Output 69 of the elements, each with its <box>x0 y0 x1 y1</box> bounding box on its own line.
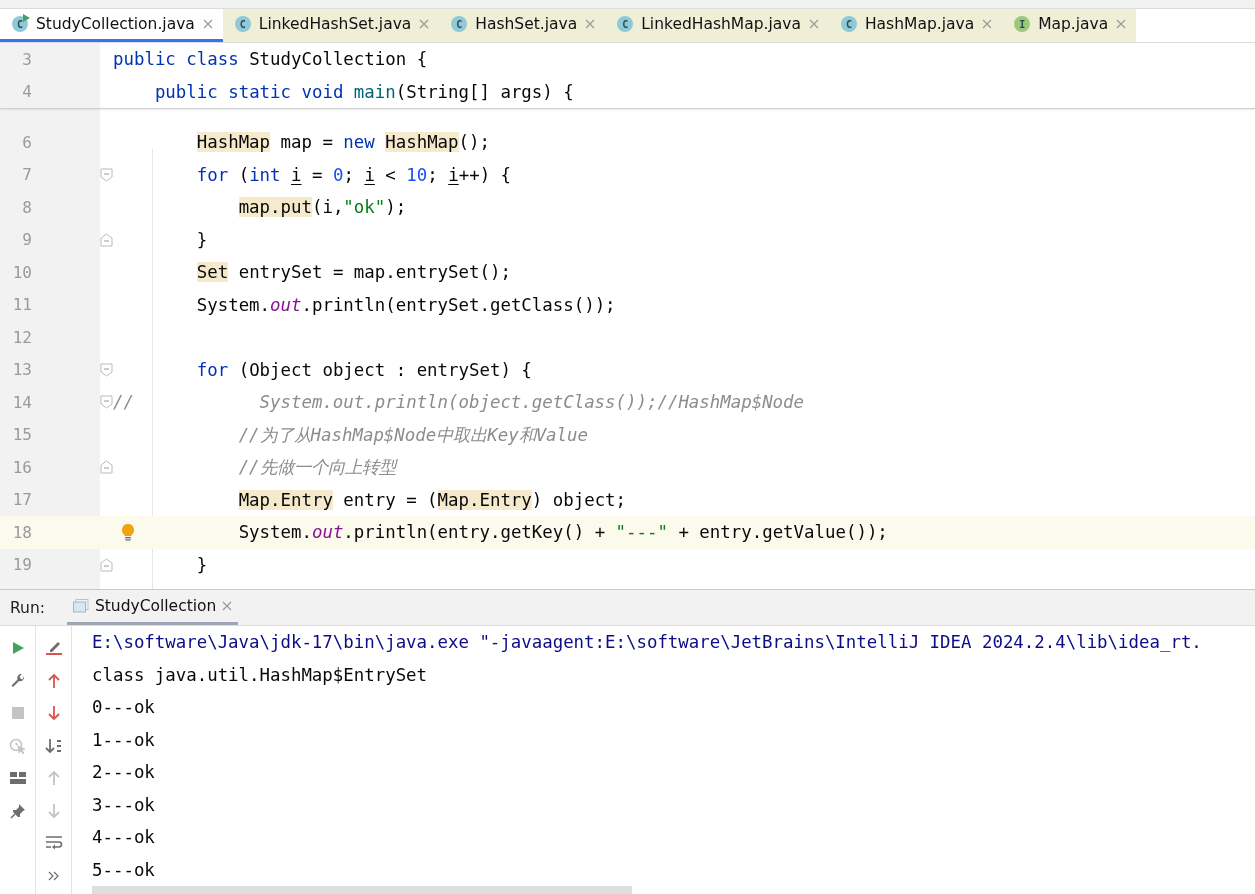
code-line: System.out.println(entry.getKey() + "---" + entry.getValue()); <box>238 522 888 543</box>
code-line: HashMap map = new HashMap(); <box>196 132 490 153</box>
run-tab[interactable]: StudyCollection <box>66 590 239 625</box>
code-line: System.out.println(entrySet.getClass()); <box>196 294 616 315</box>
code-line: for (Object object : entrySet) { <box>196 359 532 380</box>
code-line: map.put(i,"ok"); <box>238 197 407 218</box>
close-icon[interactable] <box>585 19 596 29</box>
console-line: class java.util.HashMap$EntrySet <box>92 663 429 687</box>
code-line: //先做一个向上转型 <box>238 456 396 480</box>
code-editor[interactable] <box>0 43 1255 590</box>
line-number: 18 <box>11 522 32 542</box>
fold-marker-icon[interactable] <box>100 395 113 410</box>
editor-tab[interactable]: I Map.java <box>1002 9 1137 42</box>
console-line: 4---ok <box>92 826 156 849</box>
panel-title: Run: <box>10 598 45 617</box>
line-number: 19 <box>11 555 32 575</box>
line-number: 12 <box>11 327 32 347</box>
code-line: //为了从HashMap$Node中取出Key和Value <box>238 423 588 447</box>
close-icon[interactable] <box>1116 19 1127 29</box>
editor-tab[interactable]: C LinkedHashMap.java <box>605 9 829 42</box>
code-line: public static void main(String[] args) { <box>154 81 574 102</box>
line-number: 10 <box>11 262 32 282</box>
console-line: 5---ok <box>92 858 156 882</box>
class-icon: C <box>234 16 251 32</box>
line-number: 15 <box>11 425 32 445</box>
line-number: 16 <box>11 457 32 477</box>
code-line: Map.Entry entry = (Map.Entry) object; <box>238 489 627 510</box>
code-line: // System.out.println(object.getClass());//HashMap$Node <box>113 392 805 413</box>
line-number: 14 <box>11 392 32 412</box>
fold-marker-icon[interactable] <box>100 167 113 182</box>
class-icon: C <box>12 16 28 32</box>
scrollbar[interactable] <box>92 886 632 894</box>
interface-icon: I <box>1014 16 1031 32</box>
console-icon <box>72 599 89 613</box>
editor-tab[interactable]: C LinkedHashSet.java <box>222 9 440 42</box>
code-line: } <box>196 229 208 250</box>
close-icon[interactable] <box>202 19 213 29</box>
close-icon[interactable] <box>808 19 819 29</box>
editor-tab[interactable]: C HashSet.java <box>439 9 606 42</box>
fold-marker-icon[interactable] <box>100 232 113 247</box>
fold-marker-icon[interactable] <box>100 362 113 377</box>
close-icon[interactable] <box>222 601 233 611</box>
close-icon[interactable] <box>982 19 993 29</box>
line-number: 3 <box>21 49 32 69</box>
line-number: 4 <box>21 82 32 102</box>
close-icon[interactable] <box>419 19 430 29</box>
code-line: for (int i = 0; i < 10; i++) { <box>196 164 512 185</box>
code-line: } <box>196 554 208 575</box>
line-number: 11 <box>11 295 32 315</box>
code-line: Set entrySet = map.entrySet(); <box>196 262 511 283</box>
lightbulb-icon[interactable] <box>121 523 135 541</box>
class-icon: C <box>451 16 468 32</box>
code-line: public class StudyCollection { <box>113 49 428 70</box>
line-number: 7 <box>21 165 32 185</box>
console-line: E:\software\Java\jdk-17\bin\java.exe "-javaagent:E:\software\JetBrains\IntelliJ IDEA 2024.2.4\lib\idea_rt. <box>92 631 1203 654</box>
line-number: 17 <box>11 490 32 510</box>
console-line: 0---ok <box>92 696 156 719</box>
line-number: 6 <box>21 132 32 152</box>
console-line: 2---ok <box>92 761 156 784</box>
console-line: 1---ok <box>92 728 156 752</box>
console-line: 3---ok <box>92 793 156 817</box>
fold-marker-icon[interactable] <box>100 460 113 475</box>
editor-tab[interactable]: C HashMap.java <box>828 9 1003 42</box>
class-icon: C <box>840 16 857 32</box>
line-number: 13 <box>11 360 32 380</box>
line-number: 8 <box>21 197 32 217</box>
fold-marker-icon[interactable] <box>100 557 113 572</box>
class-icon: C <box>617 16 634 32</box>
line-number: 9 <box>21 230 32 250</box>
